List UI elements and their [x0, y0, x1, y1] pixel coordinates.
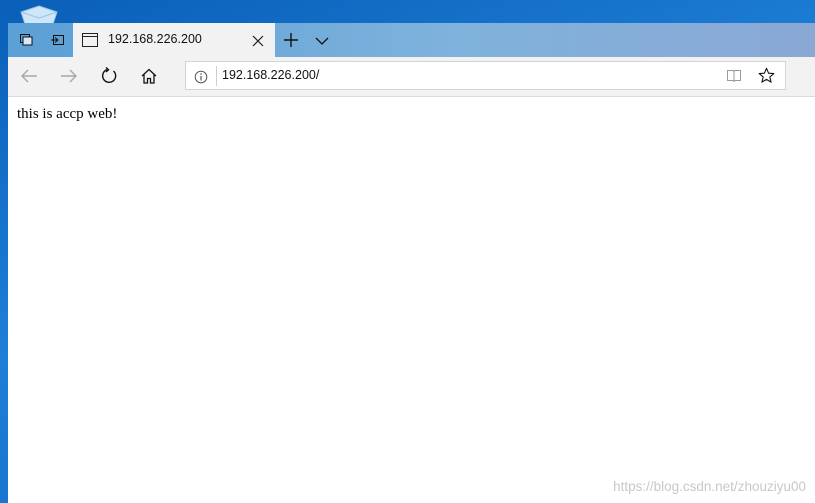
forward-arrow-icon[interactable] — [58, 65, 80, 87]
show-set-aside-tabs-icon[interactable] — [42, 23, 74, 57]
set-aside-tabs-icon[interactable] — [10, 23, 42, 57]
reading-view-icon[interactable] — [726, 68, 742, 84]
star-icon[interactable] — [758, 67, 775, 84]
chevron-down-icon[interactable] — [314, 33, 330, 47]
address-separator — [216, 66, 217, 86]
home-icon[interactable] — [138, 65, 160, 87]
refresh-icon[interactable] — [98, 65, 120, 87]
url-text[interactable]: 192.168.226.200/ — [222, 68, 319, 82]
tab-active[interactable]: 192.168.226.200 — [73, 23, 275, 57]
page-icon — [82, 32, 98, 47]
back-arrow-icon[interactable] — [18, 65, 40, 87]
address-bar[interactable]: 192.168.226.200/ — [185, 61, 786, 90]
info-icon[interactable] — [194, 69, 208, 84]
page-body-text: this is accp web! — [17, 106, 118, 122]
close-icon[interactable] — [251, 33, 265, 47]
browser-window: 192.168.226.200 192.168.226.200/ this is… — [8, 23, 815, 503]
page-content: this is accp web! https://blog.csdn.net/… — [8, 97, 815, 503]
plus-icon[interactable] — [282, 31, 300, 49]
watermark-text: https://blog.csdn.net/zhouziyu00 — [613, 479, 806, 494]
desktop-recycle-bin-icon[interactable] — [18, 2, 60, 25]
navigation-toolbar: 192.168.226.200/ — [8, 57, 815, 97]
tab-bar: 192.168.226.200 — [8, 23, 815, 57]
tab-title: 192.168.226.200 — [108, 32, 202, 46]
